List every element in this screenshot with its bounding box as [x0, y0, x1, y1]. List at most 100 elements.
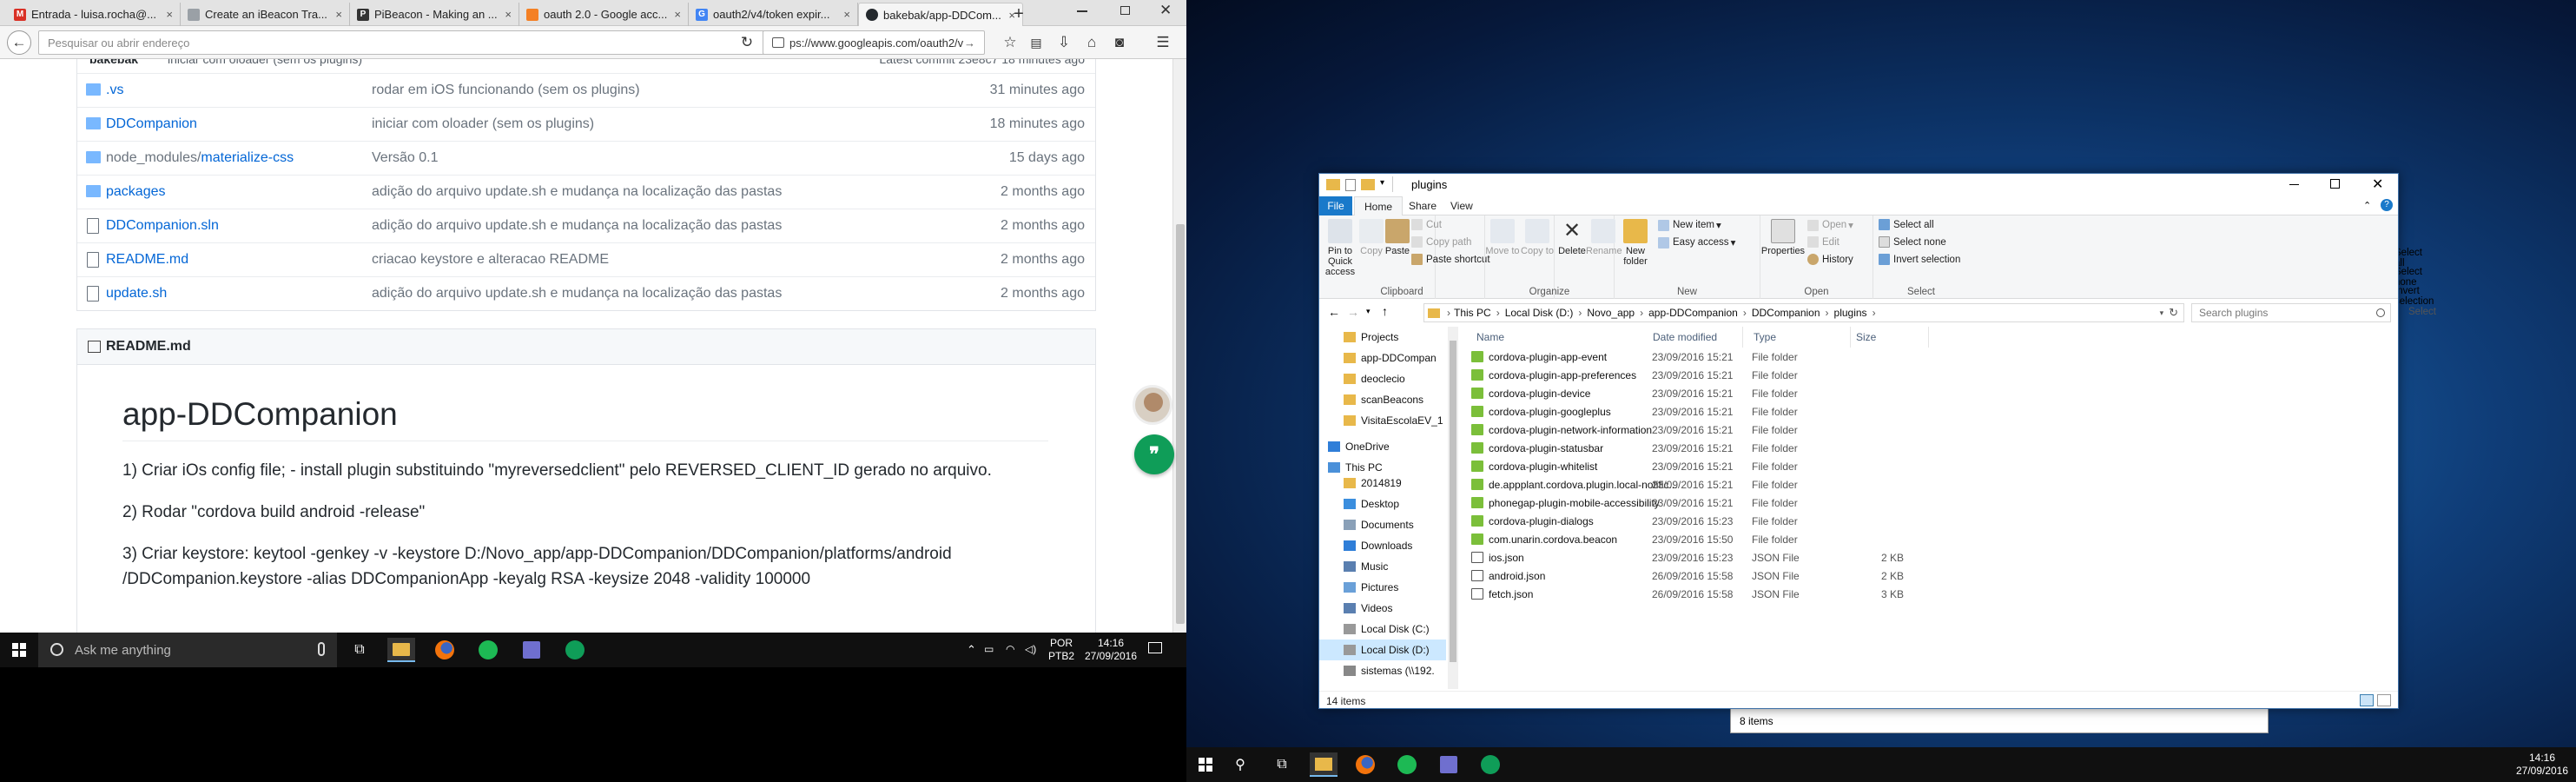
invert-selection-button[interactable]: Invert selection	[2394, 286, 2434, 307]
chevron-down-icon[interactable]: ▾	[2160, 308, 2164, 318]
file-explorer-taskbar-icon[interactable]	[387, 638, 415, 662]
close-tab-icon[interactable]: ×	[843, 8, 850, 21]
commit-message[interactable]: iniciar com oloader (sem os plugins)	[168, 59, 362, 66]
close-window-icon[interactable]: ✕	[1159, 2, 1172, 19]
tab-home[interactable]: Home	[1354, 196, 1404, 215]
list-item[interactable]: cordova-plugin-app-preferences 23/09/2016…	[1458, 366, 2398, 384]
hangouts-icon[interactable]: ❞	[1134, 434, 1174, 474]
list-item[interactable]: phonegap-plugin-mobile-accessibility 23/0…	[1458, 494, 2398, 512]
taskbar-search[interactable]: Ask me anything	[38, 633, 337, 667]
new-folder-button[interactable]: New folder	[1618, 219, 1653, 267]
nav-item[interactable]: Videos	[1319, 598, 1446, 619]
spotify-icon[interactable]	[474, 638, 502, 662]
back-icon[interactable]: ←	[1328, 305, 1340, 319]
list-item[interactable]: cordova-plugin-network-information 23/09/…	[1458, 421, 2398, 439]
file-explorer-taskbar-icon[interactable]	[1310, 752, 1338, 777]
firefox-icon[interactable]	[1351, 752, 1379, 777]
search-box[interactable]: Search plugins	[2191, 303, 2391, 322]
list-item[interactable]: cordova-plugin-whitelist 23/09/2016 15:21…	[1458, 457, 2398, 475]
mic-icon[interactable]	[318, 642, 325, 656]
file-link[interactable]: .vs	[106, 83, 123, 98]
commit-link[interactable]: criacao keystore e alteracao README	[372, 252, 609, 268]
firefox-icon[interactable]	[431, 638, 459, 662]
column-date[interactable]: Date modified	[1648, 327, 1743, 348]
scroll-thumb[interactable]	[1450, 341, 1456, 662]
task-view-icon[interactable]: ⧉	[1268, 752, 1296, 777]
app-icon[interactable]	[518, 638, 545, 662]
new-folder-quick-icon[interactable]	[1361, 179, 1375, 190]
list-item[interactable]: de.appplant.cordova.plugin.local-notific…	[1458, 475, 2398, 494]
close-tab-icon[interactable]: ×	[674, 8, 681, 21]
page-scrollbar[interactable]	[1172, 59, 1186, 633]
breadcrumb-item[interactable]: app-DDCompanion	[1648, 307, 1738, 319]
home-icon[interactable]: ⌂	[1080, 31, 1103, 54]
copy-to-button[interactable]: Copy to	[1520, 219, 1555, 256]
help-icon[interactable]: ?	[2381, 199, 2393, 211]
file-link[interactable]: update.sh	[106, 286, 167, 302]
list-item[interactable]: cordova-plugin-device 23/09/2016 15:21 Fil…	[1458, 384, 2398, 402]
refresh-icon[interactable]: ↻	[2169, 306, 2178, 320]
nav-item[interactable]: OneDrive	[1319, 436, 1446, 457]
list-item[interactable]: cordova-plugin-dialogs 23/09/2016 15:23 Fi…	[1458, 512, 2398, 530]
back-icon[interactable]: ←	[7, 30, 31, 55]
large-icons-view-icon[interactable]	[2377, 694, 2391, 706]
hangouts-taskbar-icon[interactable]	[1476, 752, 1504, 777]
list-item[interactable]: cordova-plugin-app-event 23/09/2016 15:21…	[1458, 348, 2398, 366]
nav-item[interactable]: Local Disk (C:)	[1319, 619, 1446, 640]
delete-button[interactable]: ✕ Delete	[1555, 219, 1589, 256]
file-link[interactable]: packages	[106, 184, 166, 200]
nav-item[interactable]: Desktop	[1319, 494, 1446, 514]
clock[interactable]: 14:16 27/09/2016	[2513, 752, 2571, 778]
column-type[interactable]: Type	[1748, 327, 1851, 348]
easy-access-button[interactable]: Easy access ▾	[1658, 236, 1735, 249]
browser-tab[interactable]: Create an iBeacon Tra... ×	[181, 3, 350, 26]
file-link[interactable]: DDCompanion.sln	[106, 218, 219, 234]
copy-path-button[interactable]: Copy path	[1411, 236, 1471, 248]
nav-scrollbar[interactable]	[1448, 327, 1458, 689]
close-tab-icon[interactable]: ×	[505, 8, 512, 21]
nav-item[interactable]: Pictures	[1319, 577, 1446, 598]
browser-tab[interactable]: oauth 2.0 - Google acc... ×	[519, 3, 689, 26]
pocket-icon[interactable]: ◙	[1108, 31, 1131, 54]
edit-button[interactable]: Edit	[1807, 236, 1840, 248]
chevron-up-icon[interactable]: ⌃	[967, 643, 976, 656]
nav-item[interactable]: Projects	[1319, 327, 1446, 348]
search-input[interactable]: Pesquisar ou abrir endereço	[38, 30, 768, 55]
nav-item[interactable]: VisitaEscolaEV_1	[1319, 410, 1446, 431]
search-icon[interactable]: ⚲	[1226, 752, 1254, 777]
chat-avatar[interactable]	[1133, 385, 1172, 425]
star-icon[interactable]: ☆	[999, 31, 1021, 54]
nav-item[interactable]: deoclecio	[1319, 368, 1446, 389]
properties-button[interactable]: Properties	[1760, 219, 1806, 256]
maximize-icon[interactable]	[2330, 179, 2340, 189]
windows-start-icon[interactable]	[1192, 752, 1219, 777]
paste-button[interactable]: Paste	[1384, 219, 1411, 256]
browser-tab[interactable]: M Entrada - luisa.rocha@... ×	[7, 3, 181, 26]
browser-tab[interactable]: Goauth2/v4/token expir... ×	[689, 3, 858, 26]
browser-tab[interactable]: P PiBeacon - Making an ... ×	[350, 3, 519, 26]
spotify-icon[interactable]	[1393, 752, 1421, 777]
cut-button[interactable]: Cut	[1411, 219, 1442, 230]
customize-qat-icon[interactable]: ▾	[1380, 178, 1384, 188]
minimize-icon[interactable]	[1077, 10, 1087, 12]
nav-item[interactable]: scanBeacons	[1319, 389, 1446, 410]
column-size[interactable]: Size	[1851, 327, 1929, 348]
network-icon[interactable]: ▭	[984, 643, 994, 656]
properties-quick-icon[interactable]	[1345, 179, 1356, 191]
list-item[interactable]: fetch.json 26/09/2016 15:58 JSON File 3 KB	[1458, 585, 2398, 603]
file-link[interactable]: node_modules/materialize-css	[106, 150, 294, 166]
list-item[interactable]: ios.json 23/09/2016 15:23 JSON File 2 KB	[1458, 548, 2398, 567]
volume-icon[interactable]: ◁)	[1025, 643, 1036, 656]
commit-link[interactable]: adição do arquivo update.sh e mudança na…	[372, 286, 782, 302]
breadcrumb-item[interactable]: Local Disk (D:)	[1505, 307, 1574, 319]
download-icon[interactable]: ⇩	[1053, 31, 1075, 54]
close-tab-icon[interactable]: ×	[335, 8, 342, 21]
list-item[interactable]: com.unarin.cordova.beacon 23/09/2016 15:5…	[1458, 530, 2398, 548]
reading-list-icon[interactable]: ▤	[1025, 31, 1047, 54]
nav-item[interactable]: Documents	[1319, 514, 1446, 535]
tab-view[interactable]: View	[1441, 196, 1483, 215]
history-button[interactable]: History	[1807, 254, 1853, 265]
clock[interactable]: 14:16 27/09/2016	[1082, 637, 1139, 663]
nav-item[interactable]: Music	[1319, 556, 1446, 577]
pin-quick-access-button[interactable]: Pin to Quick access	[1321, 219, 1359, 277]
